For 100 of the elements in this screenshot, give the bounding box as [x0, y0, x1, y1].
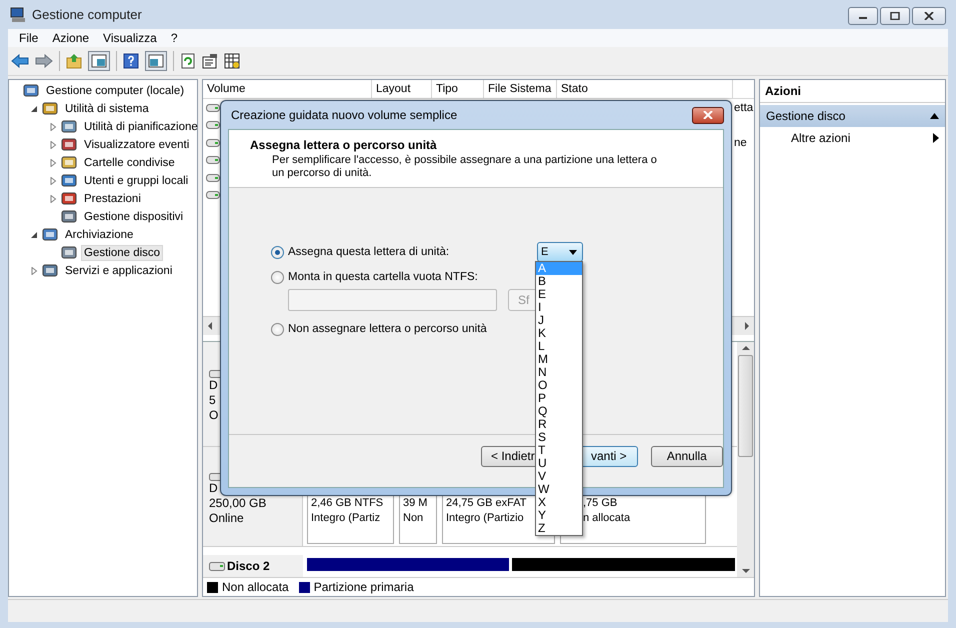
tree-item[interactable]: Gestione disco — [81, 245, 164, 261]
column-header[interactable]: Stato — [557, 80, 733, 98]
partition-size: 39 M — [403, 496, 428, 511]
close-button[interactable] — [912, 7, 946, 25]
drive-icon — [206, 121, 220, 130]
partition-status: Integro (Partiz — [311, 511, 380, 526]
back-icon[interactable] — [11, 54, 29, 68]
partition-status: Non — [403, 511, 424, 526]
folder-path-field[interactable] — [288, 289, 497, 311]
scroll-up-icon[interactable] — [742, 345, 750, 351]
refresh-icon[interactable] — [180, 53, 196, 69]
tree-item[interactable]: Cartelle condivise — [81, 155, 178, 171]
node-icon — [42, 227, 58, 243]
dropdown-arrow-icon — [569, 250, 577, 254]
drive-letter-option[interactable]: L — [536, 340, 582, 353]
tree-item[interactable]: Utenti e gruppi locali — [81, 173, 192, 189]
drive-letter-option[interactable]: N — [536, 366, 582, 379]
option-label[interactable]: Monta in questa cartella vuota NTFS: — [288, 271, 532, 283]
radio-button[interactable] — [271, 322, 284, 336]
drive-letter-option[interactable]: V — [536, 470, 582, 483]
drive-letter-option[interactable]: J — [536, 314, 582, 327]
drive-letter-option[interactable]: R — [536, 418, 582, 431]
legend-label: Non allocata — [222, 580, 289, 594]
drive-letter-option[interactable]: K — [536, 327, 582, 340]
cancel-button[interactable]: Annulla — [650, 446, 723, 466]
partition-cell[interactable]: 39 M Non — [399, 494, 437, 544]
action-item[interactable]: Altre azioni — [760, 127, 945, 149]
folder-up-icon[interactable] — [66, 53, 82, 69]
legend-label: Partizione primaria — [314, 580, 414, 594]
disk-info-text: 250,00 GB — [209, 496, 268, 511]
expanded-icon[interactable] — [30, 105, 38, 113]
grid-icon[interactable] — [224, 53, 240, 69]
scroll-left-icon[interactable] — [207, 322, 213, 330]
tree-item[interactable]: Utilità di sistema — [62, 101, 152, 117]
close-button[interactable] — [692, 106, 724, 124]
menu-item[interactable]: ? — [164, 31, 185, 45]
collapsed-icon[interactable] — [49, 141, 57, 149]
menu-item[interactable]: Azione — [45, 31, 96, 45]
window-title: Gestione computer — [32, 7, 142, 22]
node-icon — [23, 83, 39, 99]
collapsed-icon[interactable] — [30, 267, 38, 275]
maximize-button[interactable] — [880, 7, 910, 25]
tree-item[interactable]: Archiviazione — [62, 227, 136, 243]
menu-item[interactable]: Visualizza — [96, 31, 164, 45]
minimize-button[interactable] — [848, 7, 878, 25]
tree-item[interactable]: Gestione dispositivi — [81, 209, 186, 225]
drive-letter-option[interactable]: B — [536, 275, 582, 288]
action-section[interactable]: Gestione disco — [760, 105, 945, 127]
collapsed-icon[interactable] — [49, 123, 57, 131]
computer-icon — [10, 6, 26, 22]
scroll-right-icon[interactable] — [744, 322, 750, 330]
drive-letter-option[interactable]: W — [536, 483, 582, 496]
column-header[interactable]: Layout — [372, 80, 432, 98]
partition-size: ,75 GB — [583, 496, 618, 511]
node-icon — [42, 263, 58, 279]
partition-cell[interactable]: 2,46 GB NTFS Integro (Partiz — [307, 494, 394, 544]
column-header[interactable]: Volume — [203, 80, 372, 98]
column-header[interactable]: Tipo — [432, 80, 484, 98]
partition-status: Integro (Partizio — [446, 511, 524, 526]
collapsed-icon[interactable] — [49, 195, 57, 203]
tree-item[interactable]: Prestazioni — [81, 191, 144, 207]
collapsed-icon[interactable] — [49, 159, 57, 167]
help-icon[interactable] — [123, 53, 139, 69]
collapsed-icon[interactable] — [49, 177, 57, 185]
drive-letter-dropdown[interactable]: E — [537, 242, 583, 262]
drive-icon — [206, 138, 220, 147]
partition-size: 24,75 GB exFAT — [446, 496, 527, 511]
node-icon — [61, 191, 77, 207]
vertical-scrollbar[interactable] — [737, 342, 754, 577]
disk-info-text: Online — [209, 511, 245, 526]
menu-item[interactable]: File — [12, 31, 46, 45]
node-icon — [61, 137, 77, 153]
option-label[interactable]: Non assegnare lettera o percorso unità — [288, 323, 532, 335]
radio-button[interactable] — [271, 270, 284, 284]
scroll-down-icon[interactable] — [742, 568, 750, 574]
column-header[interactable]: File Sistema — [484, 80, 557, 98]
pane-toggle-icon[interactable] — [88, 51, 110, 71]
drive-letter-option[interactable]: S — [536, 431, 582, 444]
radio-button[interactable] — [271, 246, 284, 258]
collapse-icon[interactable] — [930, 113, 939, 119]
partition-status: n allocata — [583, 511, 630, 526]
tree-item[interactable]: Servizi e applicazioni — [62, 263, 176, 279]
tree-item[interactable]: Gestione computer (locale) — [43, 83, 188, 99]
node-icon — [61, 245, 77, 261]
properties-icon[interactable] — [202, 53, 218, 69]
tree-item[interactable]: Visualizzatore eventi — [81, 137, 192, 153]
drive-letter-option[interactable]: Q — [536, 405, 582, 418]
drive-letter-option[interactable]: O — [536, 379, 582, 392]
forward-icon[interactable] — [35, 54, 53, 68]
option-label[interactable]: Assegna questa lettera di unità: — [288, 246, 532, 258]
node-icon — [61, 119, 77, 135]
drive-letter-option[interactable]: M — [536, 353, 582, 366]
expanded-icon[interactable] — [30, 231, 38, 239]
maximize-icon — [890, 12, 900, 20]
drive-icon — [206, 104, 220, 112]
pane-toggle-icon[interactable] — [145, 51, 167, 71]
dialog-heading: Assegna lettera o percorso unità — [250, 138, 438, 152]
disk-name: Disco 2 — [227, 559, 270, 573]
drive-letter-option[interactable]: P — [536, 392, 582, 405]
tree-item[interactable]: Utilità di pianificazione — [81, 119, 201, 135]
